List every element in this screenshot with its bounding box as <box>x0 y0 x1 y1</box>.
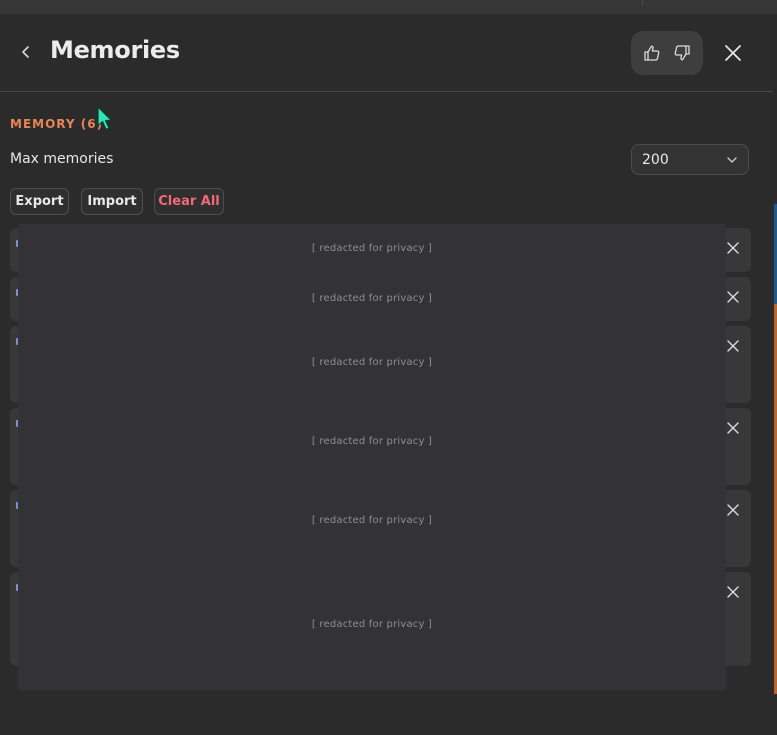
header-divider <box>0 91 773 92</box>
thumbs-up-icon <box>644 45 660 61</box>
delete-memory-button[interactable] <box>725 502 741 518</box>
max-memories-label: Max memories <box>10 151 114 167</box>
memory-item-text: [ redacted for privacy ] <box>311 515 433 526</box>
mouse-cursor-icon <box>97 106 113 131</box>
redaction-overlay: [ redacted for privacy ] [ redacted for … <box>18 224 726 690</box>
close-icon <box>727 242 739 254</box>
close-icon <box>727 586 739 598</box>
close-icon <box>727 504 739 516</box>
memory-item-text: [ redacted for privacy ] <box>311 619 433 630</box>
delete-memory-button[interactable] <box>725 420 741 436</box>
memory-item-text: [ redacted for privacy ] <box>311 293 433 304</box>
feedback-group <box>631 31 703 75</box>
memory-item-text: [ redacted for privacy ] <box>311 357 433 368</box>
clear-all-button[interactable]: Clear All <box>154 188 224 215</box>
close-button[interactable] <box>721 41 745 65</box>
window-top-strip <box>0 0 777 14</box>
page-title: Memories <box>50 36 180 64</box>
memory-item-text: [ redacted for privacy ] <box>311 436 433 447</box>
close-icon <box>727 422 739 434</box>
delete-memory-button[interactable] <box>725 289 741 305</box>
thumbs-down-icon <box>674 45 690 61</box>
dislike-button[interactable] <box>672 43 692 63</box>
back-button[interactable] <box>14 40 38 64</box>
close-icon <box>725 45 741 61</box>
like-button[interactable] <box>642 43 662 63</box>
close-icon <box>727 340 739 352</box>
strip-divider <box>642 0 643 6</box>
memory-item-text: [ redacted for privacy ] <box>311 243 433 254</box>
close-icon <box>727 291 739 303</box>
delete-memory-button[interactable] <box>725 338 741 354</box>
max-memories-select[interactable]: 200 <box>631 144 749 175</box>
import-button[interactable]: Import <box>81 188 143 215</box>
memory-section-label: MEMORY (6) <box>10 117 104 131</box>
panel-header: Memories <box>0 14 773 91</box>
export-button[interactable]: Export <box>10 188 69 215</box>
delete-memory-button[interactable] <box>725 584 741 600</box>
delete-memory-button[interactable] <box>725 240 741 256</box>
memories-panel: Memories MEMORY (6) Max memories 200 Exp… <box>0 0 777 735</box>
chevron-left-icon <box>22 46 29 58</box>
chevron-down-icon <box>727 156 737 163</box>
max-memories-value: 200 <box>642 151 669 168</box>
